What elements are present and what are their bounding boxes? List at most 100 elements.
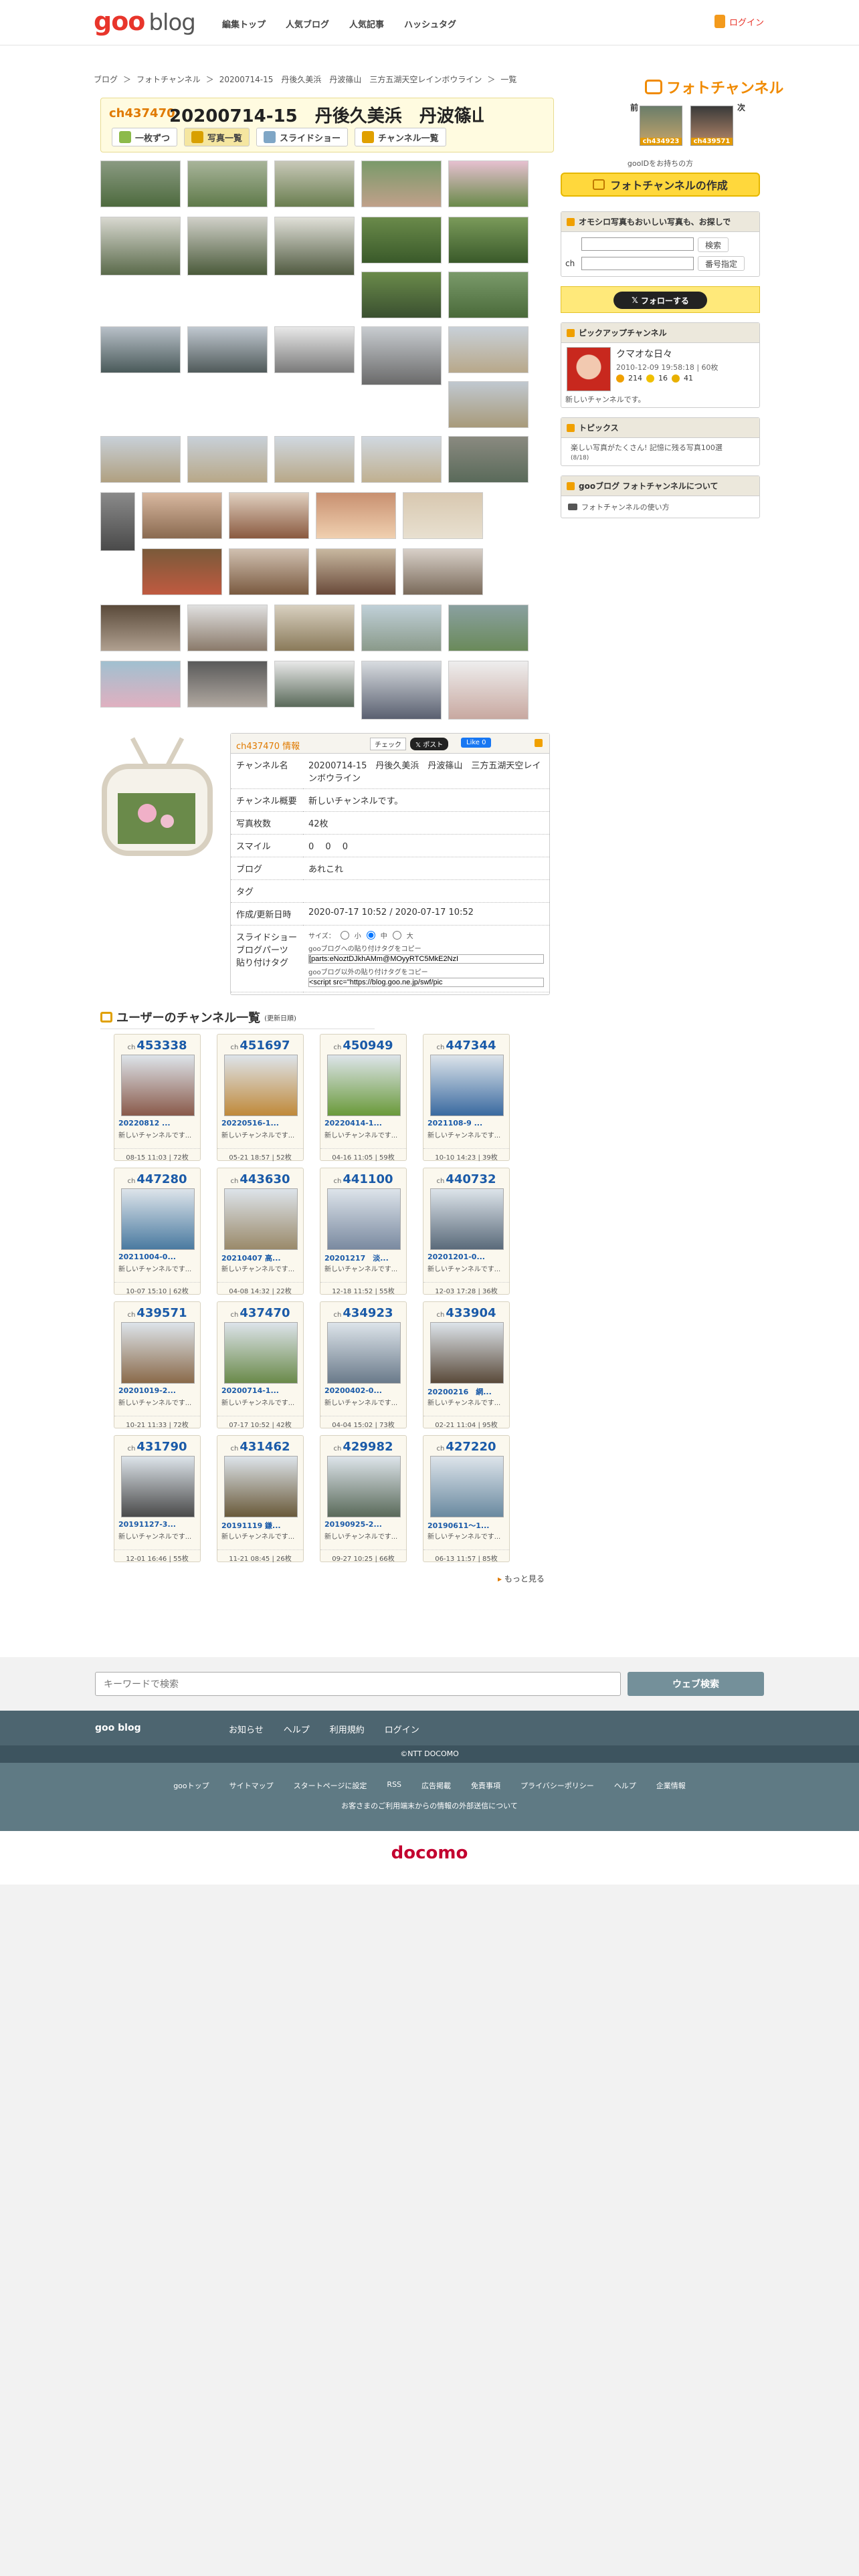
card-thumb[interactable]: [430, 1456, 504, 1517]
photo-thumb[interactable]: [403, 492, 483, 539]
card-title[interactable]: 20201201-0...: [427, 1253, 485, 1261]
footer-search-input[interactable]: [95, 1672, 621, 1696]
footer-news[interactable]: お知らせ: [229, 1723, 264, 1735]
photo-thumb[interactable]: [100, 492, 135, 551]
footer-logo[interactable]: goo blog: [95, 1723, 141, 1733]
blog-parts-code[interactable]: [308, 954, 544, 964]
card-thumb[interactable]: [121, 1055, 195, 1116]
nav-hashtag[interactable]: ハッシュタグ: [404, 17, 456, 30]
card-thumb[interactable]: [121, 1456, 195, 1517]
login-link[interactable]: ログイン: [714, 15, 764, 28]
photo-thumb[interactable]: [448, 436, 529, 483]
channel-list-button[interactable]: チャンネル一覧: [355, 128, 446, 146]
prev-channel-thumb[interactable]: ch434923: [640, 106, 682, 146]
footer-link[interactable]: ヘルプ: [614, 1780, 636, 1791]
footer-link[interactable]: RSS: [387, 1780, 401, 1791]
footer-link[interactable]: サイトマップ: [229, 1780, 274, 1791]
copy-note-2[interactable]: gooブログ以外の貼り付けタグをコピー: [308, 966, 544, 976]
card-thumb[interactable]: [224, 1456, 298, 1517]
photo-thumb[interactable]: [403, 548, 483, 595]
photo-thumb[interactable]: [448, 381, 529, 428]
photo-thumb[interactable]: [187, 605, 268, 651]
card-channel-number[interactable]: ch 439571: [114, 1306, 200, 1320]
card-thumb[interactable]: [430, 1322, 504, 1384]
more-link[interactable]: ▸ もっと見る: [498, 1573, 545, 1584]
card-title[interactable]: 20200714-1...: [221, 1386, 279, 1395]
channel-card[interactable]: ch 427220 20190611〜1... 新しいチャンネルです... 06-13 …: [423, 1435, 510, 1563]
photo-thumb[interactable]: [361, 160, 442, 207]
card-title[interactable]: 20191119 鎌...: [221, 1520, 281, 1531]
docomo-logo[interactable]: docomo: [0, 1843, 859, 1863]
card-thumb[interactable]: [327, 1055, 401, 1116]
photo-list-button[interactable]: 写真一覧: [184, 128, 250, 146]
channel-card[interactable]: ch 440732 20201201-0... 新しいチャンネルです... 12-03 …: [423, 1168, 510, 1295]
photo-thumb[interactable]: [229, 492, 309, 539]
photo-thumb[interactable]: [274, 160, 355, 207]
breadcrumb-photochannel[interactable]: フォトチャンネル: [136, 74, 201, 85]
external-transmission-link[interactable]: お客さまのご利用端末からの情報の外部送信について: [341, 1802, 518, 1810]
photo-thumb[interactable]: [142, 548, 222, 595]
nav-edit-top[interactable]: 編集トップ: [222, 17, 266, 30]
card-thumb[interactable]: [121, 1188, 195, 1250]
photo-thumb[interactable]: [142, 492, 222, 539]
photo-thumb[interactable]: [316, 492, 396, 539]
channel-card[interactable]: ch 429982 20190925-2... 新しいチャンネルです... 09-27 …: [320, 1435, 407, 1563]
card-title[interactable]: 20210407 高...: [221, 1253, 281, 1263]
channel-card[interactable]: ch 431790 20191127-3... 新しいチャンネルです... 12-01 …: [114, 1435, 201, 1563]
card-channel-number[interactable]: ch 447280: [114, 1172, 200, 1186]
channel-card[interactable]: ch 434923 20200402-0... 新しいチャンネルです... 04-04 …: [320, 1301, 407, 1429]
search-button[interactable]: 検索: [698, 237, 729, 252]
nav-popular-articles[interactable]: 人気記事: [349, 17, 384, 30]
photo-thumb[interactable]: [187, 217, 268, 276]
footer-login[interactable]: ログイン: [385, 1723, 419, 1735]
photo-thumb[interactable]: [274, 605, 355, 651]
card-channel-number[interactable]: ch 441100: [320, 1172, 406, 1186]
channel-card[interactable]: ch 433904 20200216 網... 新しいチャンネルです... 02-21 …: [423, 1301, 510, 1429]
channel-card[interactable]: ch 450949 20220414-1... 新しいチャンネルです... 04-16 …: [320, 1034, 407, 1162]
photo-thumb[interactable]: [100, 217, 181, 276]
photo-thumb[interactable]: [100, 605, 181, 651]
photo-thumb[interactable]: [274, 326, 355, 373]
about-link[interactable]: フォトチャンネルの使い方: [581, 502, 670, 512]
card-title[interactable]: 2021108-9 ...: [427, 1119, 482, 1128]
fb-like-button[interactable]: Like 0: [461, 738, 492, 748]
size-large-radio[interactable]: [392, 931, 401, 940]
photo-thumb[interactable]: [448, 326, 529, 373]
card-title[interactable]: 20190925-2...: [324, 1520, 382, 1529]
check-button[interactable]: チェック: [370, 738, 406, 750]
photo-thumb[interactable]: [100, 326, 181, 373]
footer-link[interactable]: 免責事項: [471, 1780, 500, 1791]
card-channel-number[interactable]: ch 451697: [217, 1039, 303, 1053]
card-channel-number[interactable]: ch 450949: [320, 1039, 406, 1053]
photo-thumb[interactable]: [187, 326, 268, 373]
copy-note-1[interactable]: gooブログへの貼り付けタグをコピー: [308, 943, 544, 953]
channel-card[interactable]: ch 447344 2021108-9 ... 新しいチャンネルです... 10-10 …: [423, 1034, 510, 1162]
photo-thumb[interactable]: [316, 548, 396, 595]
one-by-one-button[interactable]: 一枚ずつ: [112, 128, 178, 146]
channel-card[interactable]: ch 437470 20200714-1... 新しいチャンネルです... 07-17 …: [217, 1301, 304, 1429]
x-post-button[interactable]: 𝕏 ポスト: [410, 738, 449, 750]
card-title[interactable]: 20200216 網...: [427, 1386, 492, 1397]
channel-number-input[interactable]: [581, 257, 694, 270]
card-thumb[interactable]: [224, 1055, 298, 1116]
photo-thumb[interactable]: [448, 661, 529, 720]
card-channel-number[interactable]: ch 429982: [320, 1440, 406, 1454]
card-title[interactable]: 20220812 ...: [118, 1119, 171, 1128]
channel-card[interactable]: ch 453338 20220812 ... 新しいチャンネルです... 08-15 1…: [114, 1034, 201, 1162]
pickup-channel-name[interactable]: クマオな日々: [616, 347, 672, 360]
photo-thumb[interactable]: [361, 661, 442, 720]
card-title[interactable]: 20201019-2...: [118, 1386, 176, 1395]
card-channel-number[interactable]: ch 431462: [217, 1440, 303, 1454]
goo-blog-logo[interactable]: goo blog: [94, 7, 196, 36]
size-small-radio[interactable]: [340, 931, 349, 940]
x-follow-button[interactable]: 𝕏 フォローする: [613, 292, 707, 309]
photo-thumb[interactable]: [100, 436, 181, 483]
keyword-input[interactable]: [581, 237, 694, 251]
photo-thumb[interactable]: [361, 436, 442, 483]
footer-terms[interactable]: 利用規約: [330, 1723, 365, 1735]
create-channel-button[interactable]: フォトチャンネルの作成: [561, 173, 760, 197]
card-thumb[interactable]: [224, 1188, 298, 1250]
channel-card[interactable]: ch 441100 20201217 淡... 新しいチャンネルです... 12-18 …: [320, 1168, 407, 1295]
web-search-button[interactable]: ウェブ検索: [628, 1672, 764, 1696]
photo-thumb[interactable]: [100, 160, 181, 207]
